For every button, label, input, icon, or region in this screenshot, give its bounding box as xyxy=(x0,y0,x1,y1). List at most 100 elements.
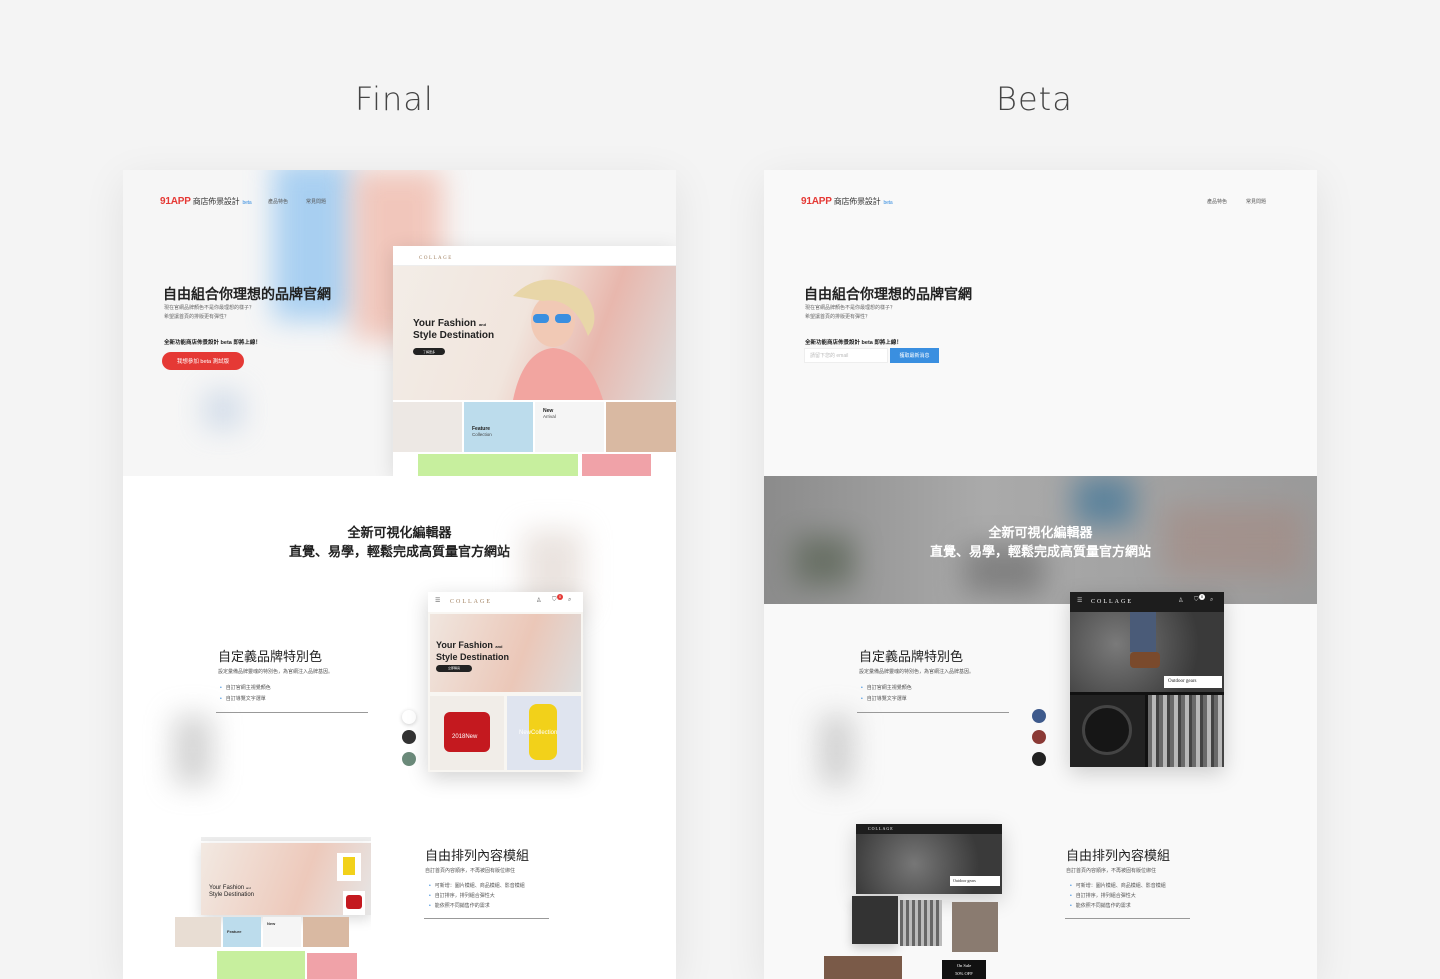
bag-tile xyxy=(606,402,676,452)
list-item: • 能依照不同銷售作的需求 xyxy=(429,903,490,909)
layout-tile: New xyxy=(263,917,301,947)
feature-layout-desc: 自訂首頁內容順序，不再被固有版位綁住 xyxy=(425,868,516,874)
feature-layout-title: 自由排列內容模組 xyxy=(1066,848,1171,863)
hero-subtitle: 現在官網品牌顏色不是你最理想的樣子？ 希望讓首頁的排版更有彈性？ xyxy=(805,305,896,320)
green-tile xyxy=(418,454,578,476)
search-icon: ⌕ xyxy=(1210,597,1214,603)
feature-brand-color-desc: 設定彙備品牌靈魂的特別色，為官網注入品牌基因。 xyxy=(859,669,975,675)
mobile-cta-button: 立即購買 xyxy=(436,665,472,672)
clothing-rack-tile xyxy=(1148,695,1224,767)
list-item: • 自訂排序，排列組合彈性大 xyxy=(1070,893,1136,899)
hero-note: 全新功能商店佈景設計 beta 即將上線！ xyxy=(164,340,261,346)
color-swatch-red[interactable] xyxy=(1032,730,1046,744)
feature-collection-tile: Feature Collection xyxy=(464,402,533,452)
layout-tile xyxy=(952,902,998,952)
final-page-preview: 91APP 商店佈景設計 beta 產品特色 常見問題 自由組合你理想的品牌官網 現… xyxy=(123,170,676,979)
hero-title: 自由組合你理想的品牌官網 xyxy=(163,286,331,302)
site-logo[interactable]: 91APP 商店佈景設計 beta xyxy=(160,196,252,207)
site-logo[interactable]: 91APP 商店佈景設計 beta xyxy=(801,196,893,207)
layout-mockup: COLLAGE Outdoor gears xyxy=(856,824,1002,894)
feature-layout-desc: 自訂首頁內容順序，不再被固有版位綁住 xyxy=(1066,868,1157,874)
watch-tile xyxy=(1070,695,1145,767)
mobile-navbar: ☰ COLLAGE ♙ ⛉ 0 ⌕ xyxy=(428,592,583,612)
layout-mockup: Your Fashion and Style Destination Featur… xyxy=(175,837,371,979)
feature-brand-color-desc: 設定彙備品牌靈魂的特別色，為官網注入品牌基因。 xyxy=(218,669,334,675)
mobile-hero-heading: Your Fashion and Style Destination xyxy=(436,640,510,662)
mockup-cta-button: 了解更多 xyxy=(413,348,445,355)
hero-subtitle: 現在官網品牌顏色不是你最理想的樣子？ 希望讓首頁的排版更有彈性？ xyxy=(164,305,255,320)
desktop-mockup: COLLAGE Your Fashion and Style Destinatio… xyxy=(393,246,676,476)
color-swatch-green[interactable] xyxy=(402,752,416,766)
blurred-decoration xyxy=(1074,476,1134,526)
outdoor-gears-label: Outdoor gears xyxy=(1164,676,1222,688)
divider xyxy=(1065,918,1190,919)
layout-hero-heading: Your Fashion and Style Destination xyxy=(209,885,255,898)
editor-section-title: 全新可視化編輯器 直覺、易學，輕鬆完成高質量官方網站 xyxy=(288,525,510,559)
mobile-hero-image: Your Fashion and Style Destination 立即購買 xyxy=(430,614,581,692)
layout-thumb xyxy=(337,853,361,881)
list-item: • 能依照不同銷售作的需求 xyxy=(1070,903,1131,909)
collection-product-tile: NewCollection xyxy=(507,696,581,770)
hero-note: 全新功能商店佈景設計 beta 即將上線！ xyxy=(805,340,902,346)
blurred-decoration xyxy=(819,715,854,785)
subscribe-button[interactable]: 獲取最新消息 xyxy=(890,348,939,363)
layout-tile xyxy=(175,917,221,947)
list-item: • 可新增：圖片模組、商品模組、影音模組 xyxy=(429,883,525,889)
color-swatch-dark[interactable] xyxy=(402,730,416,744)
divider xyxy=(424,918,549,919)
editor-section-title: 全新可視化編輯器 直覺、易學，輕鬆完成高質量官方網站 xyxy=(929,525,1151,559)
nav-link-features[interactable]: 產品特色 xyxy=(268,198,288,205)
cart-badge: 0 xyxy=(1199,594,1205,600)
mobile-navbar: ☰ COLLAGE ♙ ⛉ 0 ⌕ xyxy=(1070,592,1224,612)
cart-badge: 0 xyxy=(557,594,563,600)
list-item: • 自訂官網主視覺顏色 xyxy=(220,685,271,691)
color-swatch-white[interactable] xyxy=(402,710,416,724)
list-item: • 可新增：圖片模組、商品模組、影音模組 xyxy=(1070,883,1166,889)
join-beta-button[interactable]: 我想參加 beta 測試版 xyxy=(162,352,244,370)
pink-tile xyxy=(582,454,651,476)
mobile-hero-image: Outdoor gears xyxy=(1070,612,1224,692)
email-input[interactable]: 請留下您的 email xyxy=(804,348,888,363)
layout-navbar xyxy=(201,837,371,841)
layout-tile xyxy=(852,896,898,944)
nav-link-features[interactable]: 產品特色 xyxy=(1207,198,1227,205)
cart-icon: ⛉ xyxy=(1194,597,1199,603)
layout-thumb xyxy=(343,891,365,915)
layout-hero-image: Outdoor gears xyxy=(856,834,1002,894)
nav-link-faq[interactable]: 常見問題 xyxy=(1246,198,1266,205)
mockup-brand: COLLAGE xyxy=(419,256,453,261)
cart-icon: ⛉ xyxy=(552,597,557,603)
boots-illustration xyxy=(1130,652,1160,668)
feature-brand-color-title: 自定義品牌特別色 xyxy=(218,649,323,664)
menu-icon: ☰ xyxy=(1077,598,1083,604)
mockup-hero-image: Your Fashion and Style Destination 了解更多 xyxy=(393,266,676,400)
feature-layout-title: 自由排列內容模組 xyxy=(425,848,530,863)
layout-tile xyxy=(217,951,305,979)
color-swatch-blue[interactable] xyxy=(1032,709,1046,723)
hero-title: 自由組合你理想的品牌官網 xyxy=(804,286,972,302)
final-column-title: Final xyxy=(355,80,434,118)
list-item: • 自訂導覽文字選單 xyxy=(220,696,266,702)
sneaker-tile xyxy=(393,402,462,452)
mobile-brand: COLLAGE xyxy=(450,599,492,605)
feature-brand-color-title: 自定義品牌特別色 xyxy=(859,649,964,664)
bag-product-tile: 2018New xyxy=(430,696,504,770)
nav-link-faq[interactable]: 常見問題 xyxy=(306,198,326,205)
layout-tile xyxy=(307,953,357,979)
divider xyxy=(216,712,368,713)
bag-illustration xyxy=(444,712,490,752)
user-icon: ♙ xyxy=(536,598,542,604)
blurred-background-image xyxy=(203,390,243,430)
mobile-brand: COLLAGE xyxy=(1091,599,1133,605)
user-icon: ♙ xyxy=(1178,598,1184,604)
watch-illustration xyxy=(1082,705,1132,755)
layout-navbar: COLLAGE xyxy=(856,824,1002,834)
layout-tile xyxy=(824,956,902,979)
new-arrival-tile: New Arrival xyxy=(535,402,604,452)
sale-tile: On Sale 50% OFF xyxy=(942,960,986,979)
color-swatch-black[interactable] xyxy=(1032,752,1046,766)
mobile-mockup: ☰ COLLAGE ♙ ⛉ 0 ⌕ Your Fashion and Style … xyxy=(428,592,583,772)
list-item: • 自訂排序，排列組合彈性大 xyxy=(429,893,495,899)
layout-tile: Feature xyxy=(223,917,261,947)
mockup-hero-heading: Your Fashion and Style Destination xyxy=(413,318,495,341)
